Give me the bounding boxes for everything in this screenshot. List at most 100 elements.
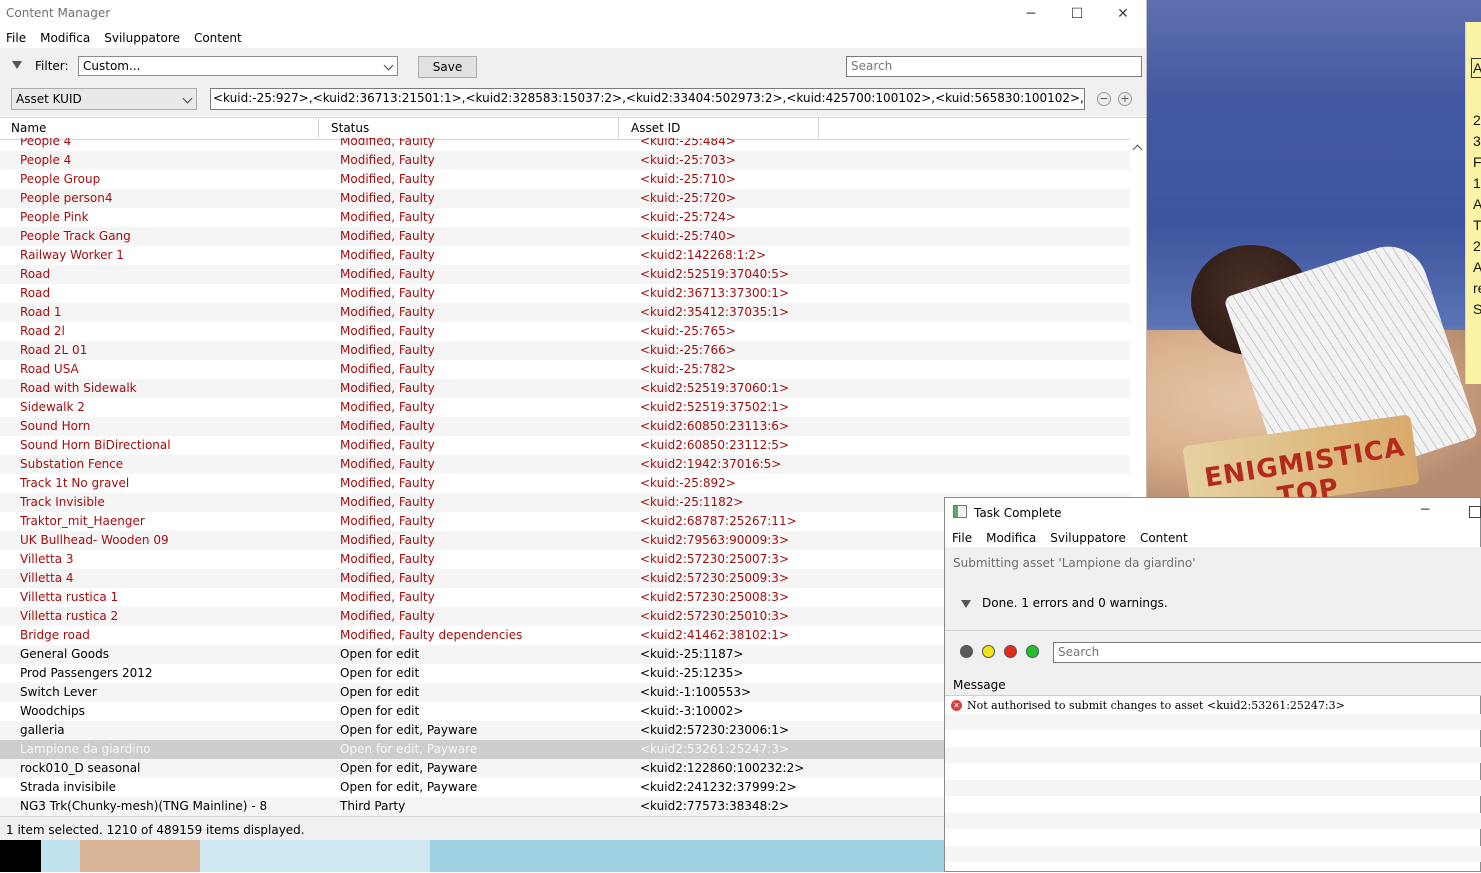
empty-message-row [945,746,1481,763]
table-row[interactable]: Road 1 Modified, Faulty <kuid2:35412:37035… [0,303,1130,322]
filter-label: Filter: [35,59,69,73]
cell-name: Villetta rustica 2 [20,609,119,623]
task-menu-sviluppatore[interactable]: Sviluppatore [1050,531,1126,545]
desktop-wallpaper-strip [0,840,946,872]
column-asset-id[interactable]: Asset ID [631,121,680,135]
message-row[interactable]: ✕ Not authorised to submit changes to as… [945,697,1481,714]
cell-status: Modified, Faulty [340,248,435,262]
table-row[interactable]: Substation Fence Modified, Faulty <kuid2:1… [0,455,1130,474]
table-row[interactable]: Road 2l Modified, Faulty <kuid:-25:765> [0,322,1130,341]
collapse-triangle-icon[interactable] [961,600,971,608]
sticky-note-line: 2 [1473,238,1481,254]
cell-asset-id: <kuid:-25:720> [640,191,736,205]
table-row[interactable]: People Pink Modified, Faulty <kuid:-25:724… [0,208,1130,227]
table-row[interactable]: Road USA Modified, Faulty <kuid:-25:782> [0,360,1130,379]
table-row[interactable]: Railway Worker 1 Modified, Faulty <kuid2:1… [0,246,1130,265]
column-name[interactable]: Name [11,121,46,135]
filter-dropdown-value: Custom... [83,59,141,73]
sticky-note[interactable]: A23F1AT2AreS [1465,22,1481,384]
column-divider[interactable] [318,118,319,138]
sticky-note-line: A [1466,194,1481,215]
cell-name: Traktor_mit_Haenger [20,514,145,528]
message-column-header[interactable]: Message [945,674,1481,696]
cell-status: Open for edit [340,647,420,661]
task-maximize-button[interactable] [1469,506,1481,518]
task-complete-window: Task Complete ─ File Modifica Sviluppato… [944,497,1481,872]
table-row[interactable]: People Group Modified, Faulty <kuid:-25:71… [0,170,1130,189]
task-minimize-button[interactable]: ─ [1421,502,1429,518]
task-menu-content[interactable]: Content [1140,531,1188,545]
title-bar[interactable]: Content Manager ─ ☐ ✕ [0,0,1146,28]
menu-modifica[interactable]: Modifica [40,31,90,45]
empty-message-row [945,845,1481,862]
task-menu-file[interactable]: File [952,531,972,545]
cell-asset-id: <kuid2:57230:23006:1> [640,723,789,737]
filter-dropdown[interactable]: Custom... [78,56,398,76]
table-row[interactable]: Sound Horn Modified, Faulty <kuid2:60850:2… [0,417,1130,436]
filter-all-dot[interactable] [960,645,973,658]
table-row[interactable]: People person4 Modified, Faulty <kuid:-25:… [0,189,1130,208]
cell-status: Modified, Faulty [340,495,435,509]
table-row[interactable]: Track 1t No gravel Modified, Faulty <kuid:… [0,474,1130,493]
table-row[interactable]: Sidewalk 2 Modified, Faulty <kuid2:52519:3… [0,398,1130,417]
field-select-value: Asset KUID [16,92,82,106]
cell-name: Road with Sidewalk [20,381,137,395]
maximize-button[interactable]: ☐ [1054,0,1100,28]
message-search-input[interactable]: Search [1053,642,1481,663]
cell-status: Modified, Faulty [340,571,435,585]
cell-name: NG3 Trk(Chunky-mesh)(TNG Mainline) - 8 [20,799,268,813]
cell-status: Modified, Faulty [340,305,435,319]
column-status[interactable]: Status [331,121,369,135]
close-button[interactable]: ✕ [1100,0,1146,28]
kuid-query-input[interactable]: <kuid:-25:927>,<kuid2:36713:21501:1>,<ku… [210,88,1085,110]
cell-name: People person4 [20,191,113,205]
cell-name: Railway Worker 1 [20,248,124,262]
table-row[interactable]: Road Modified, Faulty <kuid2:36713:37300:1… [0,284,1130,303]
cell-name: UK Bullhead- Wooden 09 [20,533,169,547]
field-select[interactable]: Asset KUID [11,88,197,110]
cell-asset-id: <kuid2:241232:37999:2> [640,780,797,794]
cell-name: People 4 [20,138,72,148]
table-row[interactable]: Road with Sidewalk Modified, Faulty <kuid2… [0,379,1130,398]
scroll-up-icon[interactable] [1132,144,1143,155]
cell-name: Road USA [20,362,79,376]
table-row[interactable]: Sound Horn BiDirectional Modified, Faulty… [0,436,1130,455]
filter-errors-dot[interactable] [1004,645,1017,658]
task-menu-modifica[interactable]: Modifica [986,531,1036,545]
cell-status: Modified, Faulty dependencies [340,628,523,642]
column-divider[interactable] [818,118,819,138]
add-condition-button[interactable]: + [1118,92,1132,106]
cell-name: Woodchips [20,704,85,718]
minimize-button[interactable]: ─ [1008,0,1054,28]
cell-status: Modified, Faulty [340,153,435,167]
cell-name: Road 2L 01 [20,343,88,357]
filter-info-dot[interactable] [1026,645,1039,658]
cell-status: Modified, Faulty [340,343,435,357]
filter-warnings-dot[interactable] [982,645,995,658]
menu-sviluppatore[interactable]: Sviluppatore [104,31,180,45]
table-row[interactable]: People Track Gang Modified, Faulty <kuid:-… [0,227,1130,246]
table-row[interactable]: Road 2L 01 Modified, Faulty <kuid:-25:766> [0,341,1130,360]
message-list [945,697,1481,873]
collapse-triangle-icon[interactable] [12,61,22,69]
cell-status: Modified, Faulty [340,438,435,452]
cell-asset-id: <kuid2:35412:37035:1> [640,305,789,319]
cell-asset-id: <kuid:-25:766> [640,343,736,357]
table-row[interactable]: People 4 Modified, Faulty <kuid:-25:484> [0,138,1130,151]
cell-asset-id: <kuid:-25:782> [640,362,736,376]
remove-condition-button[interactable]: − [1097,92,1111,106]
cell-asset-id: <kuid:-25:1182> [640,495,744,509]
empty-message-row [945,812,1481,829]
menu-file[interactable]: File [6,31,26,45]
column-divider[interactable] [618,118,619,138]
sticky-note-line: 1 [1473,175,1481,191]
task-window-title: Task Complete [974,506,1062,520]
chevron-down-icon [182,93,193,104]
cell-status: Open for edit, Payware [340,742,478,756]
table-row[interactable]: People 4 Modified, Faulty <kuid:-25:703> [0,151,1130,170]
search-input[interactable]: Search [846,56,1142,77]
cell-name: Strada invisibile [20,780,117,794]
save-button[interactable]: Save [418,56,477,78]
menu-content[interactable]: Content [194,31,242,45]
table-row[interactable]: Road Modified, Faulty <kuid2:52519:37040:5… [0,265,1130,284]
